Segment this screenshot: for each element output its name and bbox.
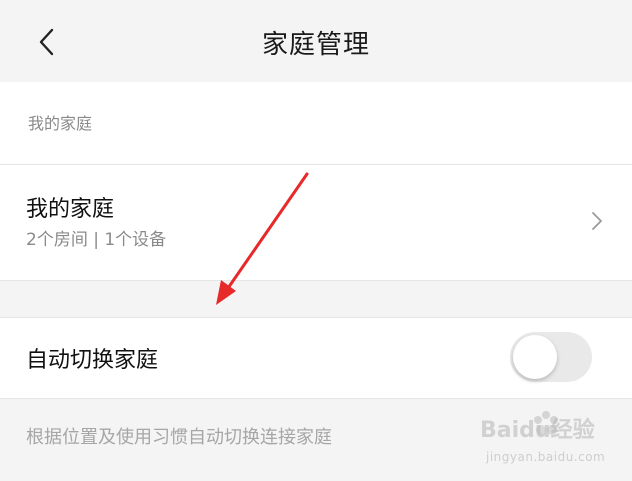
top-bar: 家庭管理 <box>0 0 632 82</box>
watermark-url: jingyan.baidu.com <box>486 450 606 464</box>
section-gap <box>0 280 632 317</box>
my-homes-card: 我的家庭 我的家庭 2个房间 | 1个设备 <box>0 82 632 280</box>
baidu-watermark: Baidu经验 jingyan.baidu.com <box>480 406 620 474</box>
toggle-knob <box>513 335 557 379</box>
auto-switch-label: 自动切换家庭 <box>26 348 159 373</box>
page-title: 家庭管理 <box>261 30 370 60</box>
home-details: 2个房间 | 1个设备 <box>26 230 167 250</box>
home-name: 我的家庭 <box>26 197 115 222</box>
chevron-right-icon <box>592 212 602 230</box>
section-label-my-homes: 我的家庭 <box>28 114 93 133</box>
auto-switch-toggle[interactable] <box>510 332 592 382</box>
auto-switch-description: 根据位置及使用习惯自动切换连接家庭 <box>26 427 332 448</box>
watermark-brand: Baidu经验 <box>480 418 595 443</box>
home-list-item[interactable]: 我的家庭 2个房间 | 1个设备 <box>0 165 632 280</box>
auto-switch-card: 自动切换家庭 <box>0 317 632 399</box>
